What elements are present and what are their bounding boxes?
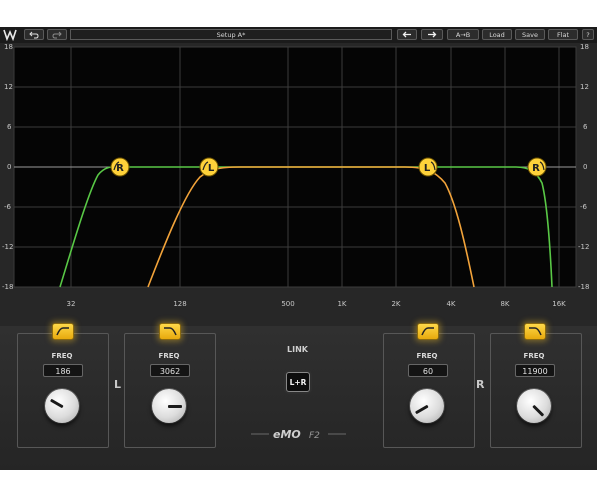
- y-tick-left: -12: [2, 243, 14, 251]
- handle-label: L: [208, 163, 215, 174]
- eq-curve-display: R L L R: [13, 46, 577, 288]
- load-button[interactable]: Load: [482, 29, 512, 40]
- y-tick-left: 12: [4, 83, 13, 91]
- y-tick-left: -6: [4, 203, 11, 211]
- handle-left-lowpass[interactable]: L: [418, 157, 438, 177]
- help-button[interactable]: ?: [582, 29, 594, 40]
- next-preset-button[interactable]: [421, 29, 443, 40]
- y-tick-right: -12: [578, 243, 590, 251]
- y-tick-left: 0: [7, 163, 12, 171]
- redo-button[interactable]: [47, 29, 67, 40]
- handle-left-highpass[interactable]: L: [199, 157, 219, 177]
- handle-label: L: [424, 163, 431, 174]
- a-to-b-button[interactable]: A→B: [447, 29, 479, 40]
- y-tick-right: 18: [580, 43, 589, 51]
- y-tick-left: -18: [2, 283, 14, 291]
- x-tick: 8K: [500, 300, 510, 308]
- y-tick-right: -6: [580, 203, 587, 211]
- y-tick-right: 0: [583, 163, 588, 171]
- save-button[interactable]: Save: [515, 29, 545, 40]
- x-tick: 16K: [552, 300, 566, 308]
- x-tick: 4K: [446, 300, 456, 308]
- y-tick-right: -18: [578, 283, 590, 291]
- x-tick: 1K: [337, 300, 347, 308]
- waves-logo-icon: [3, 29, 17, 41]
- handle-label: R: [116, 163, 124, 174]
- arrow-right-icon: [428, 31, 437, 38]
- undo-icon: [29, 31, 39, 39]
- y-tick-right: 6: [583, 123, 588, 131]
- y-tick-right: 12: [580, 83, 589, 91]
- previous-preset-button[interactable]: [397, 29, 417, 40]
- x-tick: 128: [173, 300, 187, 308]
- redo-icon: [52, 31, 62, 39]
- arrow-left-icon: [402, 31, 411, 38]
- undo-button[interactable]: [24, 29, 44, 40]
- x-tick: 32: [66, 300, 76, 308]
- y-tick-left: 18: [4, 43, 13, 51]
- flat-button[interactable]: Flat: [548, 29, 578, 40]
- y-tick-left: 6: [7, 123, 12, 131]
- x-tick: 500: [281, 300, 295, 308]
- handle-right-highpass[interactable]: R: [110, 157, 130, 177]
- preset-name-field[interactable]: Setup A*: [70, 29, 392, 40]
- handle-right-lowpass[interactable]: R: [527, 157, 547, 177]
- x-tick: 2K: [391, 300, 401, 308]
- toolbar: Setup A* A→B Load Save Flat ?: [0, 27, 597, 44]
- emo-f2-plugin: Setup A* A→B Load Save Flat ? R L L R 18…: [0, 27, 597, 470]
- frequency-response-graph: R L L R 18 12 6 0 -6 -12 -18 18 12 6 0 -…: [0, 43, 597, 326]
- handle-label: R: [532, 163, 540, 174]
